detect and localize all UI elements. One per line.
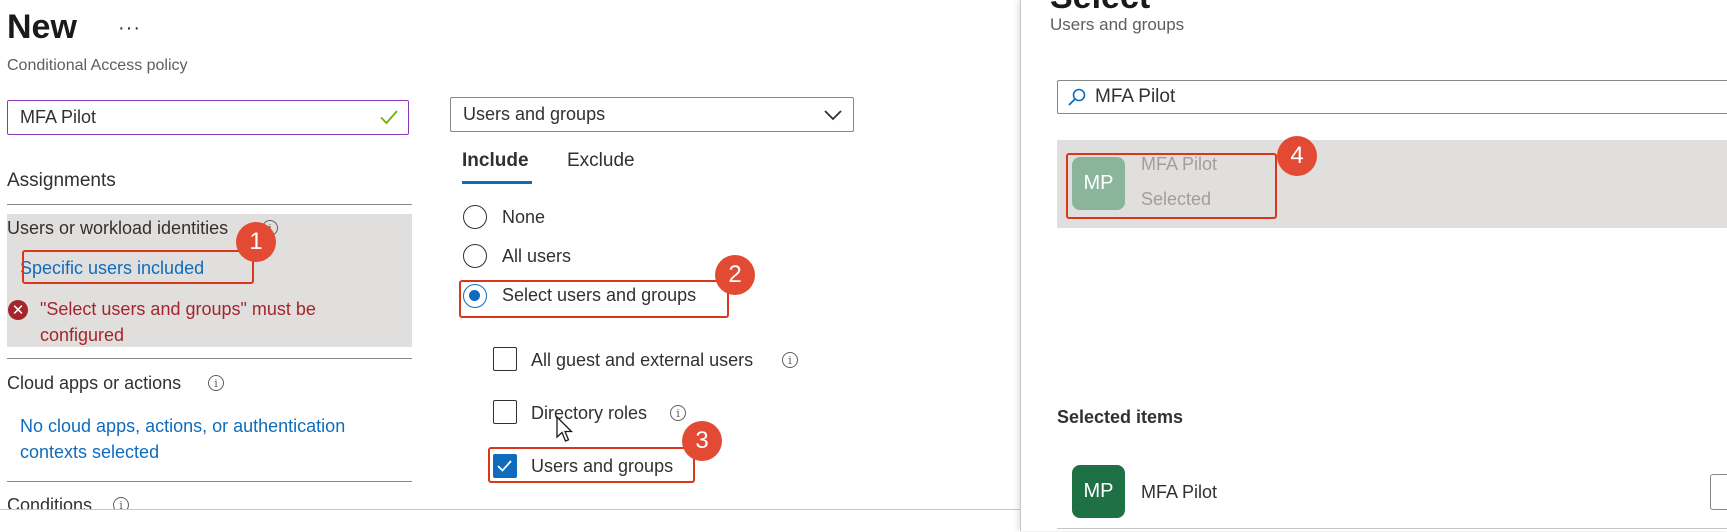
panel-subtitle: Users and groups [1050, 15, 1185, 34]
search-icon [1068, 88, 1086, 106]
search-input[interactable]: MFA Pilot [1057, 80, 1727, 114]
checkbox-directory-roles[interactable] [493, 400, 517, 424]
radio-none[interactable] [463, 205, 487, 229]
divider [1057, 528, 1727, 529]
cloud-apps-link[interactable]: No cloud apps, actions, or authenticatio… [20, 413, 400, 465]
policy-name-value: MFA Pilot [20, 107, 97, 127]
info-icon[interactable]: i [208, 375, 224, 391]
radio-none-label: None [502, 207, 546, 227]
callout-highlight [488, 447, 695, 483]
radio-all-users-label: All users [502, 246, 572, 266]
callout-highlight [459, 280, 729, 318]
avatar: MP [1072, 465, 1125, 518]
users-error-text: "Select users and groups" must be config… [40, 299, 316, 345]
callout-badge: 2 [715, 255, 755, 295]
page-title: New [7, 8, 77, 46]
checkbox-directory-roles-label: Directory roles [531, 403, 648, 423]
selected-items-heading: Selected items [1057, 407, 1184, 427]
divider [7, 481, 412, 482]
page-subtitle: Conditional Access policy [7, 57, 188, 74]
divider [7, 204, 412, 205]
scope-dropdown[interactable]: Users and groups [450, 97, 854, 132]
dropdown-value: Users and groups [463, 104, 606, 124]
callout-badge: 1 [236, 222, 276, 262]
divider [7, 358, 412, 359]
checkbox-guest-external-label: All guest and external users [531, 350, 754, 370]
users-label: Users or workload identities [7, 218, 229, 238]
radio-all-users[interactable] [463, 244, 487, 268]
cloud-apps-label: Cloud apps or actions [7, 373, 182, 393]
tab-include[interactable]: Include [462, 150, 529, 172]
bottom-bar [0, 509, 1020, 532]
error-icon: ✕ [8, 300, 28, 320]
search-value: MFA Pilot [1095, 86, 1176, 107]
chevron-down-icon [824, 110, 842, 121]
more-options-button[interactable]: ··· [118, 17, 141, 40]
callout-highlight [1066, 153, 1277, 219]
remove-button[interactable] [1710, 474, 1727, 510]
selected-item-name: MFA Pilot [1141, 482, 1218, 502]
policy-name-input[interactable]: MFA Pilot [7, 100, 409, 135]
callout-badge: 4 [1277, 136, 1317, 176]
callout-highlight [22, 250, 254, 284]
checkbox-guest-external[interactable] [493, 347, 517, 371]
tab-exclude[interactable]: Exclude [567, 150, 635, 172]
info-icon[interactable]: i [670, 405, 686, 421]
mouse-cursor-icon [556, 416, 574, 442]
assignments-heading: Assignments [7, 170, 116, 191]
info-icon[interactable]: i [782, 352, 798, 368]
active-tab-indicator [462, 181, 532, 184]
callout-badge: 3 [682, 421, 722, 461]
checkmark-icon [380, 110, 398, 125]
